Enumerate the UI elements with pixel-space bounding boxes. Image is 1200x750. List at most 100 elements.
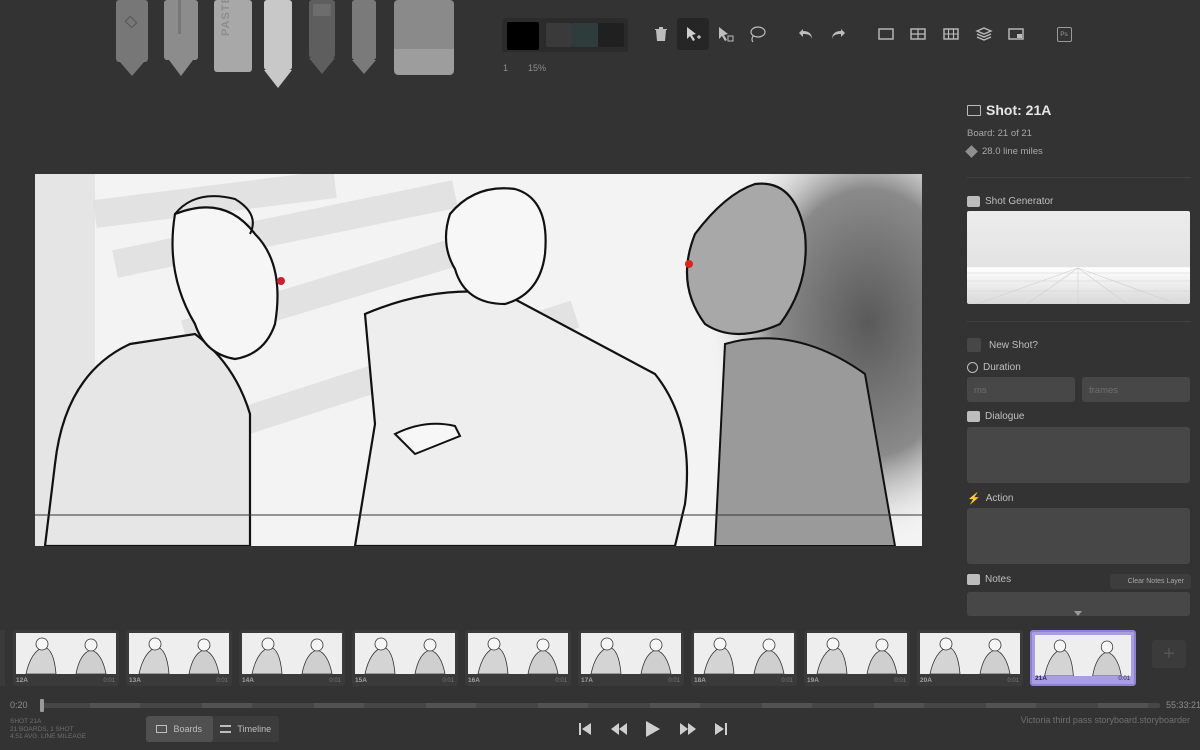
line-miles-text: 28.0 line miles <box>982 146 1043 157</box>
layout-grid-icon[interactable] <box>902 18 934 50</box>
chevron-down-icon[interactable] <box>1074 611 1082 616</box>
scrubber-segment <box>986 703 1036 708</box>
thumbnail-label: 17A <box>581 677 593 684</box>
board-thumbnail[interactable]: 19A 0:01 <box>804 630 910 686</box>
thumbnail-duration: 0:01 <box>555 678 567 684</box>
rewind-icon[interactable] <box>610 722 628 736</box>
shot-title: Shot: 21A <box>967 102 1051 118</box>
boards-view-button[interactable]: Boards <box>146 716 213 742</box>
photoshop-label: Ps <box>1056 26 1072 42</box>
divider <box>967 177 1191 178</box>
timeline-scrubber[interactable] <box>40 699 1160 712</box>
pastel-tool[interactable]: PASTEL <box>214 0 252 72</box>
board-thumbnail[interactable]: 21A 0:01 <box>1030 630 1136 686</box>
notes-label-text: Notes <box>985 574 1012 585</box>
time-start: 0:20 <box>10 700 28 710</box>
swatch-dark[interactable] <box>598 23 624 47</box>
thumbnail-duration: 0:01 <box>329 678 341 684</box>
thumb-partial[interactable] <box>0 630 5 686</box>
playhead[interactable] <box>40 699 44 712</box>
board-thumbnail[interactable]: 12A 0:01 <box>13 630 119 686</box>
duration-label: Duration <box>967 362 1021 373</box>
duration-frames-input[interactable]: frames <box>1082 377 1190 402</box>
trash-icon[interactable] <box>645 18 677 50</box>
scrubber-segment <box>426 703 476 708</box>
shot-generator-label-text: Shot Generator <box>985 196 1054 207</box>
pen-tool[interactable] <box>309 0 335 74</box>
pencil-tool[interactable] <box>164 0 198 76</box>
thumbnail-image <box>694 633 794 674</box>
thumbnail-label: 12A <box>16 677 28 684</box>
board-info: Board: 21 of 21 <box>967 128 1032 139</box>
scale-icon[interactable] <box>709 18 741 50</box>
scrubber-segment <box>1098 703 1148 708</box>
layers-icon[interactable] <box>968 18 1000 50</box>
eraser-tool[interactable] <box>394 0 454 75</box>
board-stats: SHOT 21A 21 BOARDS, 1 SHOT 4.51 AVG. LIN… <box>10 718 86 741</box>
line-miles: 28.0 line miles <box>965 145 1043 158</box>
thumbnail-image <box>920 633 1020 674</box>
board-thumbnail[interactable]: 16A 0:01 <box>465 630 571 686</box>
stats-line: SHOT 21A <box>10 718 42 725</box>
color-palette <box>502 18 628 52</box>
onion-skin-icon[interactable] <box>1000 18 1032 50</box>
layout-single-icon[interactable] <box>870 18 902 50</box>
brush-tool[interactable] <box>352 0 376 74</box>
add-board-button[interactable]: + <box>1152 640 1186 668</box>
thumbnail-label: 20A <box>920 677 932 684</box>
swatch-black[interactable] <box>507 22 539 50</box>
skip-forward-icon[interactable] <box>714 722 728 736</box>
lightning-icon: ⚡ <box>967 493 981 505</box>
action-input[interactable] <box>967 508 1190 564</box>
action-label-text: Action <box>985 493 1014 504</box>
storyboard-canvas[interactable] <box>35 174 922 546</box>
fast-forward-icon[interactable] <box>679 722 697 736</box>
stats-line: 21 BOARDS, 1 SHOT <box>10 725 74 733</box>
board-thumbnail[interactable]: 17A 0:01 <box>578 630 684 686</box>
scrubber-segment <box>314 703 364 708</box>
clear-notes-layer-button[interactable]: Clear Notes Layer <box>1109 574 1191 589</box>
timeline-view-button[interactable]: Timeline <box>213 716 280 742</box>
lasso-icon[interactable] <box>741 18 773 50</box>
photoshop-icon[interactable]: Ps <box>1048 18 1080 50</box>
camera-icon <box>967 196 980 207</box>
board-thumbnail[interactable]: 20A 0:01 <box>917 630 1023 686</box>
drawing-tools: PASTEL <box>110 0 490 95</box>
new-shot-checkbox[interactable] <box>967 338 981 352</box>
boards-icon <box>156 725 168 733</box>
layout-table-icon[interactable] <box>935 18 967 50</box>
thumbnail-duration: 0:01 <box>894 678 906 684</box>
skip-back-icon[interactable] <box>578 722 592 736</box>
clock-icon <box>967 362 978 373</box>
undo-icon[interactable] <box>790 18 822 50</box>
duration-label-text: Duration <box>983 362 1021 373</box>
dialogue-input[interactable] <box>967 427 1190 483</box>
board-strip: 12A 0:01 13A 0:01 14A 0:01 15A 0:01 16A 0:01 17A 0:… <box>0 627 1200 689</box>
shot-generator-preview[interactable] <box>967 211 1190 304</box>
swatch-teal[interactable] <box>572 23 598 47</box>
thumbnail-label: 16A <box>468 677 480 684</box>
scrubber-segment <box>538 703 588 708</box>
thumbnail-image <box>16 633 116 674</box>
thumbnail-duration: 0:01 <box>781 678 793 684</box>
thumbnail-image <box>242 633 342 674</box>
thumbnail-label: 18A <box>694 677 706 684</box>
redo-icon[interactable] <box>822 18 854 50</box>
move-icon[interactable] <box>677 18 709 50</box>
thumbnail-label: 14A <box>242 677 254 684</box>
dialogue-label-text: Dialogue <box>985 411 1025 422</box>
board-thumbnail[interactable]: 18A 0:01 <box>691 630 797 686</box>
thumbnail-label: 19A <box>807 677 819 684</box>
diamond-icon <box>965 145 978 158</box>
marker-tool[interactable] <box>116 0 148 76</box>
board-thumbnail[interactable]: 15A 0:01 <box>352 630 458 686</box>
duration-ms-input[interactable]: ms <box>967 377 1075 402</box>
play-icon[interactable] <box>645 720 661 738</box>
swatch-gray[interactable] <box>546 23 572 47</box>
board-thumbnail[interactable]: 13A 0:01 <box>126 630 232 686</box>
speech-bubble-icon <box>967 411 980 422</box>
light-pencil-tool[interactable] <box>264 0 292 88</box>
scrubber-segment <box>762 703 812 708</box>
thumbnail-image <box>355 633 455 674</box>
board-thumbnail[interactable]: 14A 0:01 <box>239 630 345 686</box>
